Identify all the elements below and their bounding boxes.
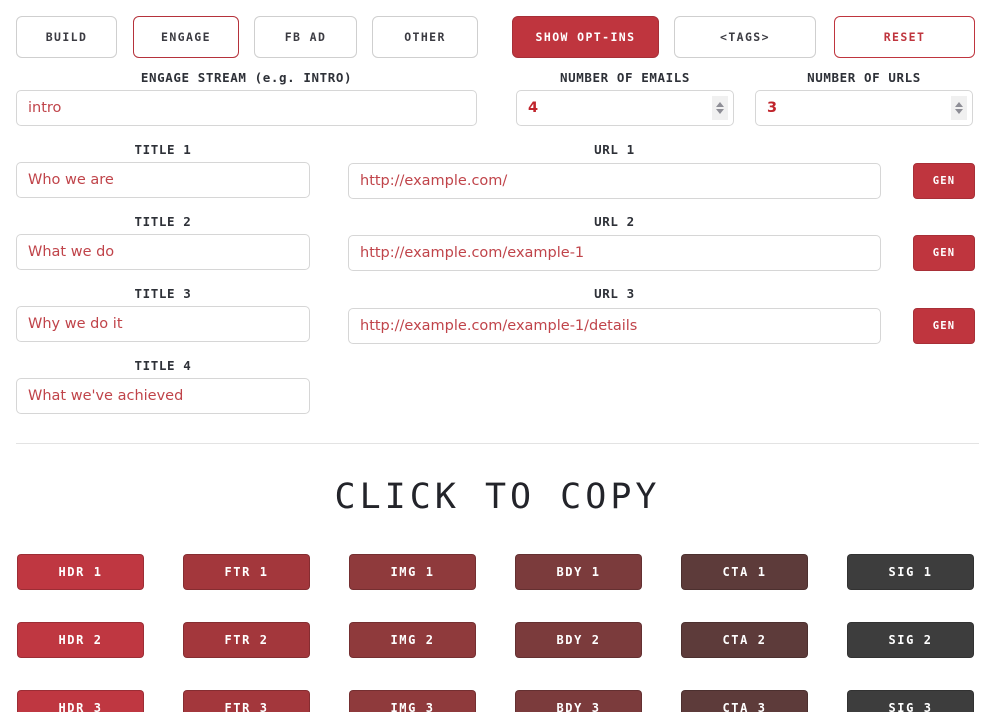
copy-hdr-2-button[interactable]: HDR 2 <box>17 622 144 658</box>
copy-img-3-button[interactable]: IMG 3 <box>349 690 476 712</box>
number-of-urls-value: 3 <box>767 100 778 116</box>
number-of-emails-label: NUMBER OF EMAILS <box>559 70 690 85</box>
title-3-label: TITLE 3 <box>134 286 192 301</box>
app-root: BUILD ENGAGE FB AD OTHER SHOW OPT-INS <T… <box>0 0 995 712</box>
gen-2-button[interactable]: GEN <box>913 235 975 271</box>
title-1-input[interactable]: Who we are <box>16 162 310 198</box>
number-of-emails-input[interactable] <box>516 90 734 126</box>
copy-sig-3-button[interactable]: SIG 3 <box>847 690 974 712</box>
engage-stream-input[interactable]: intro <box>16 90 477 126</box>
copy-ftr-1-button[interactable]: FTR 1 <box>183 554 310 590</box>
copy-ftr-3-button[interactable]: FTR 3 <box>183 690 310 712</box>
copy-ftr-2-button[interactable]: FTR 2 <box>183 622 310 658</box>
tags-button[interactable]: <TAGS> <box>674 16 816 58</box>
url-1-input[interactable]: http://example.com/ <box>348 163 881 199</box>
url-3-label: URL 3 <box>594 286 635 301</box>
click-to-copy-heading: CLICK TO COPY <box>334 477 661 517</box>
copy-hdr-1-button[interactable]: HDR 1 <box>17 554 144 590</box>
number-of-urls-input[interactable] <box>755 90 973 126</box>
show-opt-ins-button[interactable]: SHOW OPT-INS <box>512 16 659 58</box>
copy-cta-1-button[interactable]: CTA 1 <box>681 554 808 590</box>
copy-sig-2-button[interactable]: SIG 2 <box>847 622 974 658</box>
section-divider <box>16 443 979 444</box>
stepper-up-down-icon[interactable] <box>712 96 728 120</box>
copy-bdy-3-button[interactable]: BDY 3 <box>515 690 642 712</box>
copy-bdy-2-button[interactable]: BDY 2 <box>515 622 642 658</box>
title-3-input[interactable]: Why we do it <box>16 306 310 342</box>
copy-cta-2-button[interactable]: CTA 2 <box>681 622 808 658</box>
copy-cta-3-button[interactable]: CTA 3 <box>681 690 808 712</box>
title-4-label: TITLE 4 <box>134 358 192 373</box>
title-4-input[interactable]: What we've achieved <box>16 378 310 414</box>
title-2-label: TITLE 2 <box>134 214 192 229</box>
title-2-input[interactable]: What we do <box>16 234 310 270</box>
url-1-label: URL 1 <box>594 142 635 157</box>
copy-hdr-3-button[interactable]: HDR 3 <box>17 690 144 712</box>
copy-bdy-1-button[interactable]: BDY 1 <box>515 554 642 590</box>
url-2-input[interactable]: http://example.com/example-1 <box>348 235 881 271</box>
fb-ad-button[interactable]: FB AD <box>254 16 357 58</box>
gen-3-button[interactable]: GEN <box>913 308 975 344</box>
number-of-urls-label: NUMBER OF URLS <box>807 70 921 85</box>
copy-img-1-button[interactable]: IMG 1 <box>349 554 476 590</box>
url-3-input[interactable]: http://example.com/example-1/details <box>348 308 881 344</box>
top-toolbar: BUILD ENGAGE FB AD OTHER SHOW OPT-INS <T… <box>0 0 995 70</box>
number-of-emails-stepper[interactable]: 4 <box>516 90 734 126</box>
build-button[interactable]: BUILD <box>16 16 117 58</box>
reset-button[interactable]: RESET <box>834 16 975 58</box>
url-2-label: URL 2 <box>594 214 635 229</box>
copy-img-2-button[interactable]: IMG 2 <box>349 622 476 658</box>
engage-button[interactable]: ENGAGE <box>133 16 239 58</box>
number-of-emails-value: 4 <box>528 100 539 116</box>
other-button[interactable]: OTHER <box>372 16 478 58</box>
stepper-up-down-icon[interactable] <box>951 96 967 120</box>
title-1-label: TITLE 1 <box>134 142 192 157</box>
number-of-urls-stepper[interactable]: 3 <box>755 90 973 126</box>
engage-stream-label: ENGAGE STREAM (e.g. INTRO) <box>140 70 353 85</box>
gen-1-button[interactable]: GEN <box>913 163 975 199</box>
copy-sig-1-button[interactable]: SIG 1 <box>847 554 974 590</box>
